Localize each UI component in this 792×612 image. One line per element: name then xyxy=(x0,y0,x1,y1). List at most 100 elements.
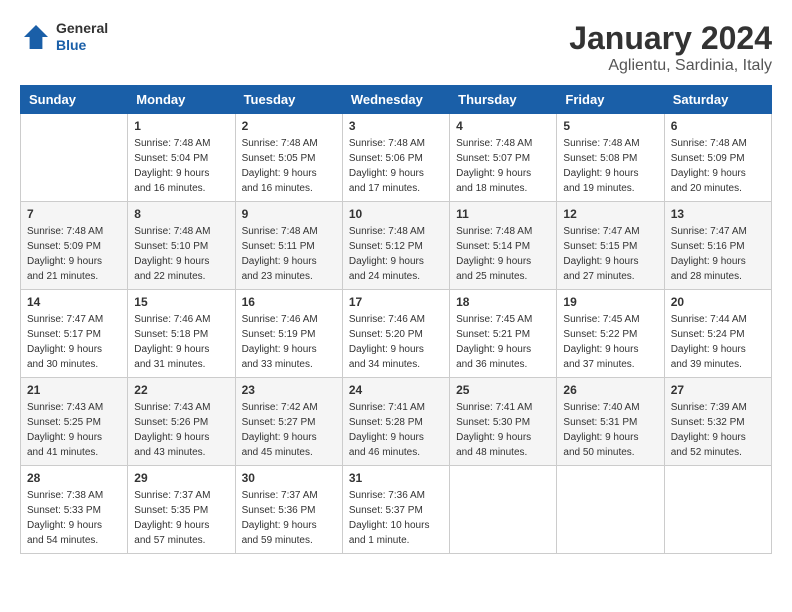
calendar-table: SundayMondayTuesdayWednesdayThursdayFrid… xyxy=(20,85,772,554)
calendar-cell: 13Sunrise: 7:47 AMSunset: 5:16 PMDayligh… xyxy=(664,202,771,290)
day-number: 2 xyxy=(242,119,336,133)
day-number: 8 xyxy=(134,207,228,221)
calendar-cell: 27 Sunrise: 7:39 AMSunset: 5:32 PMDayligh… xyxy=(664,378,771,466)
day-info: Sunrise: 7:41 AMSunset: 5:30 PMDaylight:… xyxy=(456,400,550,460)
weekday-header: Friday xyxy=(557,86,664,114)
day-info: Sunrise: 7:46 AMSunset: 5:20 PMDaylight:… xyxy=(349,312,443,372)
day-number: 14 xyxy=(27,295,121,309)
day-info: Sunrise: 7:48 AMSunset: 5:09 PMDaylight:… xyxy=(27,224,121,284)
weekday-header: Wednesday xyxy=(342,86,449,114)
weekday-header: Thursday xyxy=(450,86,557,114)
day-number: 29 xyxy=(134,471,228,485)
day-info: Sunrise: 7:47 AMSunset: 5:15 PMDaylight:… xyxy=(563,224,657,284)
day-info: Sunrise: 7:36 AMSunset: 5:37 PMDaylight:… xyxy=(349,488,443,548)
day-number: 22 xyxy=(134,383,228,397)
calendar-cell: 25 Sunrise: 7:41 AMSunset: 5:30 PMDayligh… xyxy=(450,378,557,466)
calendar-cell: 14 Sunrise: 7:47 AMSunset: 5:17 PMDayligh… xyxy=(21,290,128,378)
day-number: 16 xyxy=(242,295,336,309)
logo-text: General Blue xyxy=(56,20,108,54)
day-info: Sunrise: 7:43 AMSunset: 5:25 PMDaylight:… xyxy=(27,400,121,460)
day-info: Sunrise: 7:39 AMSunset: 5:32 PMDaylight:… xyxy=(671,400,765,460)
day-info: Sunrise: 7:48 AMSunset: 5:07 PMDaylight:… xyxy=(456,136,550,196)
day-number: 27 xyxy=(671,383,765,397)
day-info: Sunrise: 7:48 AMSunset: 5:14 PMDaylight:… xyxy=(456,224,550,284)
day-info: Sunrise: 7:38 AMSunset: 5:33 PMDaylight:… xyxy=(27,488,121,548)
logo-blue: Blue xyxy=(56,37,108,54)
day-info: Sunrise: 7:48 AMSunset: 5:04 PMDaylight:… xyxy=(134,136,228,196)
day-info: Sunrise: 7:37 AMSunset: 5:35 PMDaylight:… xyxy=(134,488,228,548)
calendar-cell: 1 Sunrise: 7:48 AMSunset: 5:04 PMDaylight… xyxy=(128,114,235,202)
day-info: Sunrise: 7:41 AMSunset: 5:28 PMDaylight:… xyxy=(349,400,443,460)
day-info: Sunrise: 7:48 AMSunset: 5:06 PMDaylight:… xyxy=(349,136,443,196)
calendar-week-row: 21 Sunrise: 7:43 AMSunset: 5:25 PMDayligh… xyxy=(21,378,772,466)
day-number: 10 xyxy=(349,207,443,221)
day-info: Sunrise: 7:47 AMSunset: 5:17 PMDaylight:… xyxy=(27,312,121,372)
calendar-cell: 11 Sunrise: 7:48 AMSunset: 5:14 PMDayligh… xyxy=(450,202,557,290)
calendar-cell: 23 Sunrise: 7:42 AMSunset: 5:27 PMDayligh… xyxy=(235,378,342,466)
day-number: 12 xyxy=(563,207,657,221)
calendar-cell: 20 Sunrise: 7:44 AMSunset: 5:24 PMDayligh… xyxy=(664,290,771,378)
day-number: 7 xyxy=(27,207,121,221)
month-title: January 2024 xyxy=(569,20,772,57)
calendar-cell: 17Sunrise: 7:46 AMSunset: 5:20 PMDayligh… xyxy=(342,290,449,378)
day-number: 15 xyxy=(134,295,228,309)
day-number: 25 xyxy=(456,383,550,397)
weekday-header: Monday xyxy=(128,86,235,114)
day-number: 24 xyxy=(349,383,443,397)
weekday-header: Tuesday xyxy=(235,86,342,114)
day-number: 20 xyxy=(671,295,765,309)
calendar-cell: 21 Sunrise: 7:43 AMSunset: 5:25 PMDayligh… xyxy=(21,378,128,466)
logo-general: General xyxy=(56,20,108,37)
day-number: 1 xyxy=(134,119,228,133)
day-info: Sunrise: 7:48 AMSunset: 5:08 PMDaylight:… xyxy=(563,136,657,196)
day-info: Sunrise: 7:43 AMSunset: 5:26 PMDaylight:… xyxy=(134,400,228,460)
calendar-cell: 24 Sunrise: 7:41 AMSunset: 5:28 PMDayligh… xyxy=(342,378,449,466)
calendar-header: SundayMondayTuesdayWednesdayThursdayFrid… xyxy=(21,86,772,114)
calendar-cell: 3 Sunrise: 7:48 AMSunset: 5:06 PMDaylight… xyxy=(342,114,449,202)
calendar-cell: 28 Sunrise: 7:38 AMSunset: 5:33 PMDayligh… xyxy=(21,466,128,554)
calendar-cell xyxy=(450,466,557,554)
calendar-cell: 5Sunrise: 7:48 AMSunset: 5:08 PMDaylight… xyxy=(557,114,664,202)
day-number: 9 xyxy=(242,207,336,221)
title-area: January 2024 Aglientu, Sardinia, Italy xyxy=(569,20,772,75)
calendar-cell: 18Sunrise: 7:45 AMSunset: 5:21 PMDayligh… xyxy=(450,290,557,378)
calendar-cell xyxy=(21,114,128,202)
day-info: Sunrise: 7:45 AMSunset: 5:22 PMDaylight:… xyxy=(563,312,657,372)
day-info: Sunrise: 7:45 AMSunset: 5:21 PMDaylight:… xyxy=(456,312,550,372)
day-info: Sunrise: 7:46 AMSunset: 5:19 PMDaylight:… xyxy=(242,312,336,372)
day-info: Sunrise: 7:37 AMSunset: 5:36 PMDaylight:… xyxy=(242,488,336,548)
calendar-week-row: 7 Sunrise: 7:48 AMSunset: 5:09 PMDaylight… xyxy=(21,202,772,290)
calendar-cell: 19Sunrise: 7:45 AMSunset: 5:22 PMDayligh… xyxy=(557,290,664,378)
day-info: Sunrise: 7:48 AMSunset: 5:12 PMDaylight:… xyxy=(349,224,443,284)
weekday-header: Sunday xyxy=(21,86,128,114)
day-number: 23 xyxy=(242,383,336,397)
day-number: 11 xyxy=(456,207,550,221)
day-info: Sunrise: 7:42 AMSunset: 5:27 PMDaylight:… xyxy=(242,400,336,460)
calendar-cell xyxy=(557,466,664,554)
day-info: Sunrise: 7:44 AMSunset: 5:24 PMDaylight:… xyxy=(671,312,765,372)
weekday-row: SundayMondayTuesdayWednesdayThursdayFrid… xyxy=(21,86,772,114)
day-number: 6 xyxy=(671,119,765,133)
day-info: Sunrise: 7:48 AMSunset: 5:09 PMDaylight:… xyxy=(671,136,765,196)
day-info: Sunrise: 7:40 AMSunset: 5:31 PMDaylight:… xyxy=(563,400,657,460)
day-info: Sunrise: 7:48 AMSunset: 5:10 PMDaylight:… xyxy=(134,224,228,284)
calendar-cell xyxy=(664,466,771,554)
calendar-cell: 9Sunrise: 7:48 AMSunset: 5:11 PMDaylight… xyxy=(235,202,342,290)
calendar-body: 1 Sunrise: 7:48 AMSunset: 5:04 PMDaylight… xyxy=(21,114,772,554)
day-number: 28 xyxy=(27,471,121,485)
weekday-header: Saturday xyxy=(664,86,771,114)
day-info: Sunrise: 7:46 AMSunset: 5:18 PMDaylight:… xyxy=(134,312,228,372)
page-header: General Blue January 2024 Aglientu, Sard… xyxy=(20,20,772,75)
calendar-cell: 30Sunrise: 7:37 AMSunset: 5:36 PMDayligh… xyxy=(235,466,342,554)
day-number: 3 xyxy=(349,119,443,133)
calendar-cell: 12 Sunrise: 7:47 AMSunset: 5:15 PMDayligh… xyxy=(557,202,664,290)
calendar-cell: 22 Sunrise: 7:43 AMSunset: 5:26 PMDayligh… xyxy=(128,378,235,466)
calendar-cell: 15 Sunrise: 7:46 AMSunset: 5:18 PMDayligh… xyxy=(128,290,235,378)
calendar-cell: 6 Sunrise: 7:48 AMSunset: 5:09 PMDaylight… xyxy=(664,114,771,202)
calendar-cell: 10 Sunrise: 7:48 AMSunset: 5:12 PMDayligh… xyxy=(342,202,449,290)
calendar-cell: 2Sunrise: 7:48 AMSunset: 5:05 PMDaylight… xyxy=(235,114,342,202)
calendar-cell: 29 Sunrise: 7:37 AMSunset: 5:35 PMDayligh… xyxy=(128,466,235,554)
location: Aglientu, Sardinia, Italy xyxy=(569,57,772,75)
calendar-cell: 7 Sunrise: 7:48 AMSunset: 5:09 PMDaylight… xyxy=(21,202,128,290)
day-number: 21 xyxy=(27,383,121,397)
